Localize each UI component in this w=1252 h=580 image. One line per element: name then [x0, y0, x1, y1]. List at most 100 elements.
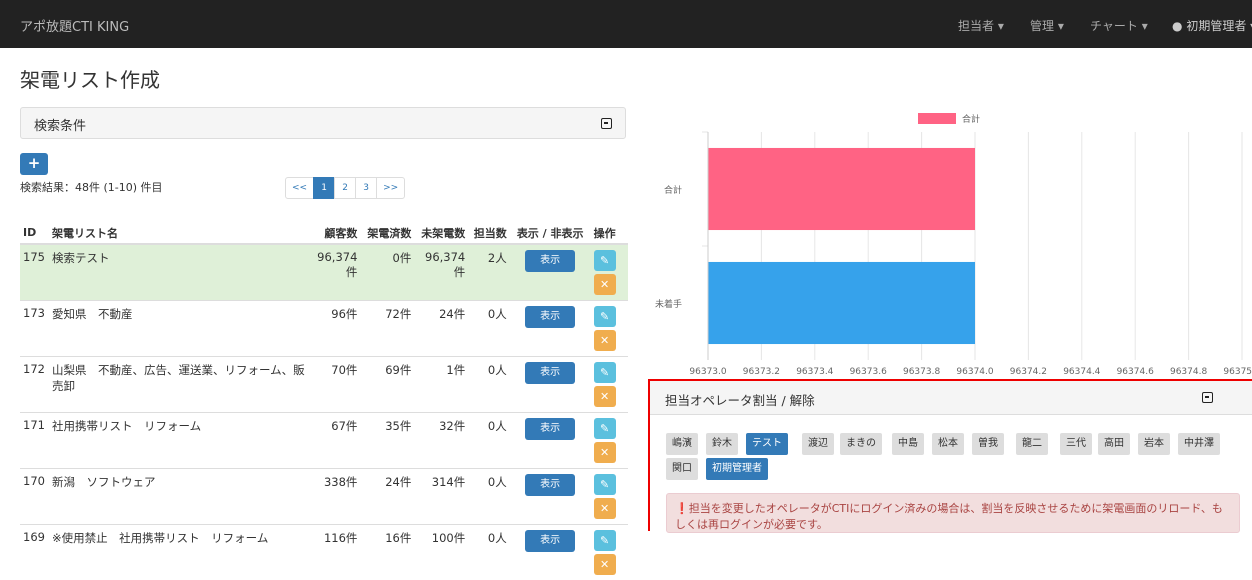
navbar: アポ放題CTI KING 担当者 ▾ 管理 ▾ チャート ▾ ● 初期管理者 ▾	[0, 0, 1252, 48]
row-id: 169	[20, 525, 49, 580]
edit-icon[interactable]: ✎	[594, 362, 616, 383]
row-uncalled: 96,374件	[414, 244, 468, 301]
show-button[interactable]: 表示	[525, 362, 575, 384]
row-called: 35件	[360, 413, 414, 469]
show-button[interactable]: 表示	[525, 474, 575, 496]
pagination-last[interactable]: >>	[376, 177, 405, 199]
brand[interactable]: アポ放題CTI KING	[20, 16, 129, 35]
nav-kanri-menu[interactable]: 管理 ▾	[1030, 17, 1064, 34]
operator-button[interactable]: 龍二	[1016, 433, 1048, 455]
operator-button[interactable]: 松本	[932, 433, 964, 455]
operator-button[interactable]: テスト	[746, 433, 788, 455]
operator-button[interactable]: 鈴木	[706, 433, 738, 455]
operator-button[interactable]: 中井澤	[1178, 433, 1220, 455]
col-customers: 顧客数	[312, 222, 360, 244]
row-visibility-cell: 表示	[510, 357, 591, 413]
edit-icon[interactable]: ✎	[594, 418, 616, 439]
y-tick-label: 未着手	[655, 298, 682, 310]
show-button[interactable]: 表示	[525, 306, 575, 328]
row-actions-cell: ✎✕	[591, 244, 628, 301]
operator-button[interactable]: 三代	[1060, 433, 1092, 455]
row-uncalled: 1件	[414, 357, 468, 413]
row-assigned: 2人	[468, 244, 509, 301]
row-called: 72件	[360, 301, 414, 357]
bar-chart: 96373.096373.296373.496373.696373.896374…	[650, 104, 1252, 379]
row-called: 69件	[360, 357, 414, 413]
operator-button[interactable]: 初期管理者	[706, 458, 768, 480]
col-assigned: 担当数	[468, 222, 509, 244]
table-row: 173愛知県 不動産96件72件24件0人表示✎✕	[20, 301, 628, 357]
row-visibility-cell: 表示	[510, 244, 591, 301]
nav-user-menu[interactable]: ● 初期管理者 ▾	[1172, 17, 1252, 34]
edit-icon[interactable]: ✎	[594, 306, 616, 327]
operator-button[interactable]: 高田	[1098, 433, 1130, 455]
operator-button[interactable]: 関口	[666, 458, 698, 480]
legend-label: 合計	[962, 113, 980, 125]
edit-icon[interactable]: ✎	[594, 250, 616, 271]
row-assigned: 0人	[468, 469, 509, 525]
operator-button[interactable]: まきの	[840, 433, 882, 455]
x-tick-label: 96373.2	[743, 367, 780, 377]
x-tick-label: 96374.2	[1010, 367, 1047, 377]
pagination-page-1[interactable]: 1	[313, 177, 335, 199]
row-id: 171	[20, 413, 49, 469]
col-called: 架電済数	[360, 222, 414, 244]
row-called: 0件	[360, 244, 414, 301]
row-assigned: 0人	[468, 525, 509, 580]
bar	[708, 148, 975, 230]
show-button[interactable]: 表示	[525, 418, 575, 440]
delete-icon[interactable]: ✕	[594, 274, 616, 295]
delete-icon[interactable]: ✕	[594, 330, 616, 351]
edit-icon[interactable]: ✎	[594, 474, 616, 495]
row-actions-cell: ✎✕	[591, 469, 628, 525]
x-tick-label: 96373.0	[689, 367, 726, 377]
pagination-page-3[interactable]: 3	[355, 177, 377, 199]
operator-button[interactable]: 曽我	[972, 433, 1004, 455]
collapse-icon[interactable]	[601, 118, 612, 129]
pagination: << 1 2 3 >>	[286, 177, 405, 199]
row-called: 16件	[360, 525, 414, 580]
row-uncalled: 100件	[414, 525, 468, 580]
operator-button[interactable]: 渡辺	[802, 433, 834, 455]
show-button[interactable]: 表示	[525, 530, 575, 552]
collapse-icon[interactable]	[1202, 392, 1213, 403]
row-visibility-cell: 表示	[510, 525, 591, 580]
user-icon: ●	[1172, 19, 1182, 33]
row-id: 172	[20, 357, 49, 413]
add-button[interactable]: +	[20, 153, 48, 175]
operator-panel: 担当オペレータ割当 / 解除 嶋濱鈴木テスト渡辺まきの中島松本曽我龍二三代高田岩…	[648, 379, 1252, 531]
nav-chart-menu[interactable]: チャート ▾	[1090, 17, 1148, 34]
row-customers: 338件	[312, 469, 360, 525]
row-assigned: 0人	[468, 413, 509, 469]
x-tick-label: 96375.0	[1223, 367, 1252, 377]
x-tick-label: 96373.4	[796, 367, 833, 377]
legend-swatch	[918, 113, 956, 124]
row-visibility-cell: 表示	[510, 469, 591, 525]
delete-icon[interactable]: ✕	[594, 386, 616, 407]
col-id: ID	[20, 222, 49, 244]
delete-icon[interactable]: ✕	[594, 498, 616, 519]
x-tick-label: 96373.6	[850, 367, 887, 377]
pagination-first[interactable]: <<	[285, 177, 314, 199]
operator-button[interactable]: 岩本	[1138, 433, 1170, 455]
row-name: 山梨県 不動産、広告、運送業、リフォーム、販売卸	[49, 357, 312, 413]
operator-alert: ❗担当を変更したオペレータがCTIにログイン済みの場合は、割当を反映させるために…	[666, 493, 1240, 533]
edit-icon[interactable]: ✎	[594, 530, 616, 551]
nav-tantousha-menu[interactable]: 担当者 ▾	[958, 17, 1004, 34]
row-visibility-cell: 表示	[510, 301, 591, 357]
pagination-page-2[interactable]: 2	[334, 177, 356, 199]
row-uncalled: 314件	[414, 469, 468, 525]
y-tick-label: 合計	[664, 184, 682, 196]
operator-button[interactable]: 嶋濱	[666, 433, 698, 455]
operator-button[interactable]: 中島	[892, 433, 924, 455]
row-customers: 70件	[312, 357, 360, 413]
search-panel[interactable]: 検索条件	[20, 107, 626, 139]
search-panel-title: 検索条件	[34, 115, 86, 134]
row-uncalled: 24件	[414, 301, 468, 357]
delete-icon[interactable]: ✕	[594, 442, 616, 463]
row-customers: 67件	[312, 413, 360, 469]
row-actions-cell: ✎✕	[591, 357, 628, 413]
page-title: 架電リスト作成	[20, 64, 160, 93]
show-button[interactable]: 表示	[525, 250, 575, 272]
delete-icon[interactable]: ✕	[594, 554, 616, 575]
